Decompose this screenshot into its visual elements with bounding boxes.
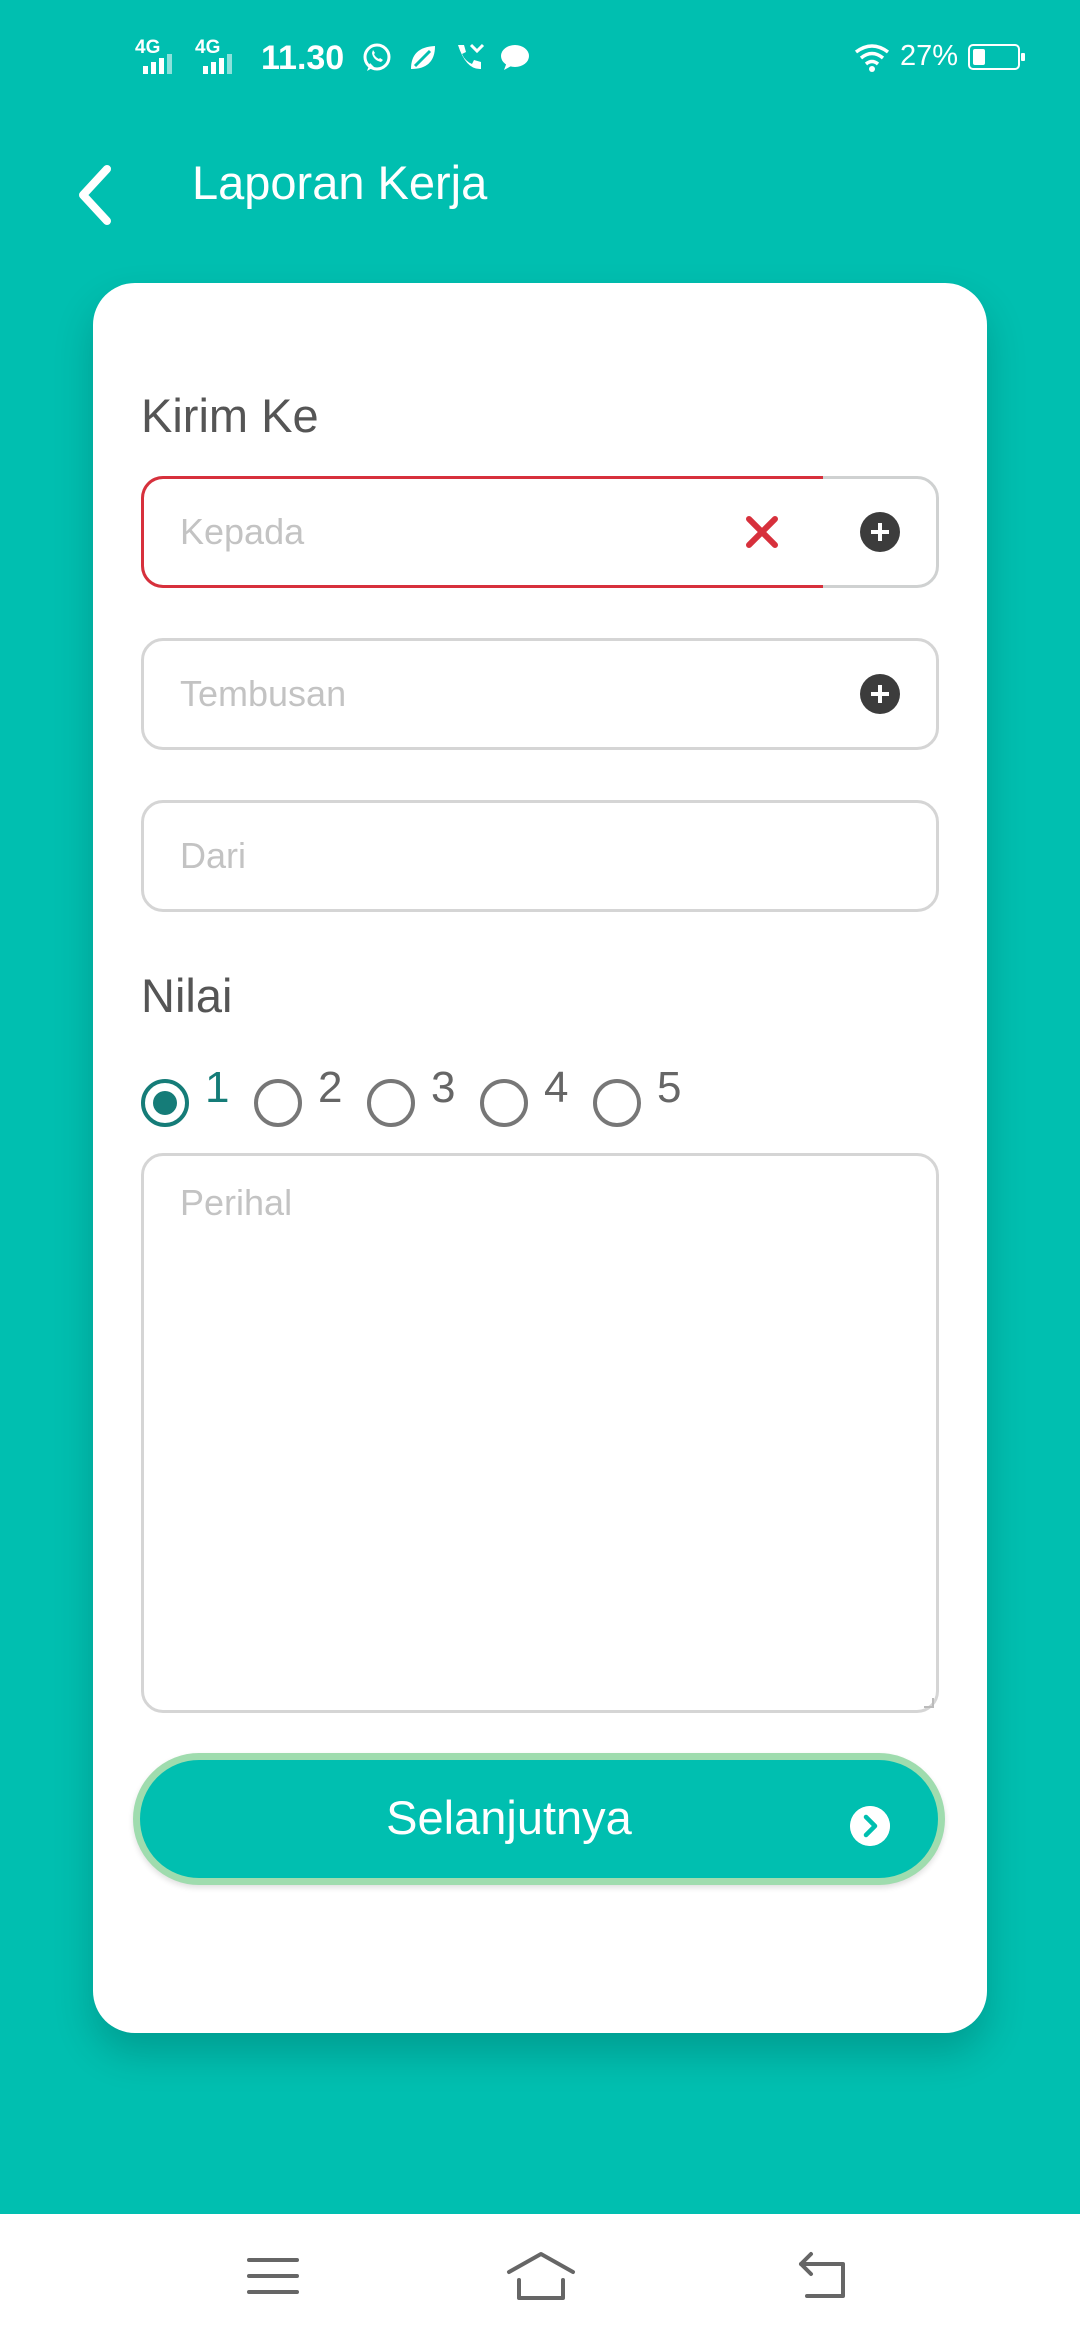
chevron-right-icon xyxy=(850,1806,890,1846)
leaf-icon xyxy=(411,46,436,69)
radio-unchecked-icon xyxy=(367,1079,415,1127)
from-field[interactable]: Dari xyxy=(141,800,939,912)
page-title: Laporan Kerja xyxy=(192,156,488,209)
battery-icon xyxy=(968,43,1025,70)
app-bar xyxy=(0,120,1080,250)
resize-grip-icon[interactable] xyxy=(924,1698,934,1708)
rating-radio-group: 1 2 3 4 5 xyxy=(141,1063,939,1133)
signal-2-icon: 4G xyxy=(195,38,247,78)
radio-unchecked-icon xyxy=(480,1079,528,1127)
subject-textarea[interactable]: Perihal xyxy=(141,1153,939,1713)
add-cc-icon[interactable] xyxy=(860,674,900,714)
home-icon[interactable] xyxy=(505,2246,577,2306)
whatsapp-icon xyxy=(363,43,391,71)
form-card: Kirim Ke Kepada Tembusan Dari Nilai 1 2 … xyxy=(93,283,987,2033)
next-button[interactable]: Selanjutnya xyxy=(133,1753,945,1885)
back-arrow-icon xyxy=(79,165,111,225)
rating-option-label: 3 xyxy=(431,1063,456,1112)
next-button-label: Selanjutnya xyxy=(386,1791,632,1844)
radio-unchecked-icon xyxy=(254,1079,302,1127)
rating-option-label: 4 xyxy=(544,1063,569,1112)
to-placeholder: Kepada xyxy=(180,511,305,552)
back-icon[interactable] xyxy=(793,2246,853,2306)
status-time: 11.30 xyxy=(261,38,345,77)
from-placeholder: Dari xyxy=(180,835,247,876)
menu-icon[interactable] xyxy=(243,2246,303,2306)
message-icon xyxy=(501,45,530,70)
battery-percent: 27% xyxy=(899,40,958,72)
add-recipient-icon[interactable] xyxy=(860,512,900,552)
send-to-label: Kirim Ke xyxy=(141,389,319,442)
subject-placeholder: Perihal xyxy=(180,1182,293,1223)
clear-icon[interactable] xyxy=(742,512,782,552)
status-bar: 4G 4G 11.30 27% xyxy=(0,0,1080,120)
wifi-icon xyxy=(854,43,890,72)
rating-option-label: 1 xyxy=(205,1063,230,1112)
signal-1-icon: 4G xyxy=(135,38,187,78)
back-button[interactable] xyxy=(60,160,130,230)
system-nav-bar xyxy=(0,2214,1080,2340)
rating-label: Nilai xyxy=(141,969,233,1022)
rating-option-label: 5 xyxy=(657,1063,682,1112)
radio-checked-icon xyxy=(141,1079,189,1127)
to-field[interactable]: Kepada xyxy=(141,476,939,588)
cc-placeholder: Tembusan xyxy=(180,673,347,714)
rating-option-label: 2 xyxy=(318,1063,343,1112)
missed-call-icon xyxy=(458,43,485,70)
radio-unchecked-icon xyxy=(593,1079,641,1127)
cc-field[interactable]: Tembusan xyxy=(141,638,939,750)
